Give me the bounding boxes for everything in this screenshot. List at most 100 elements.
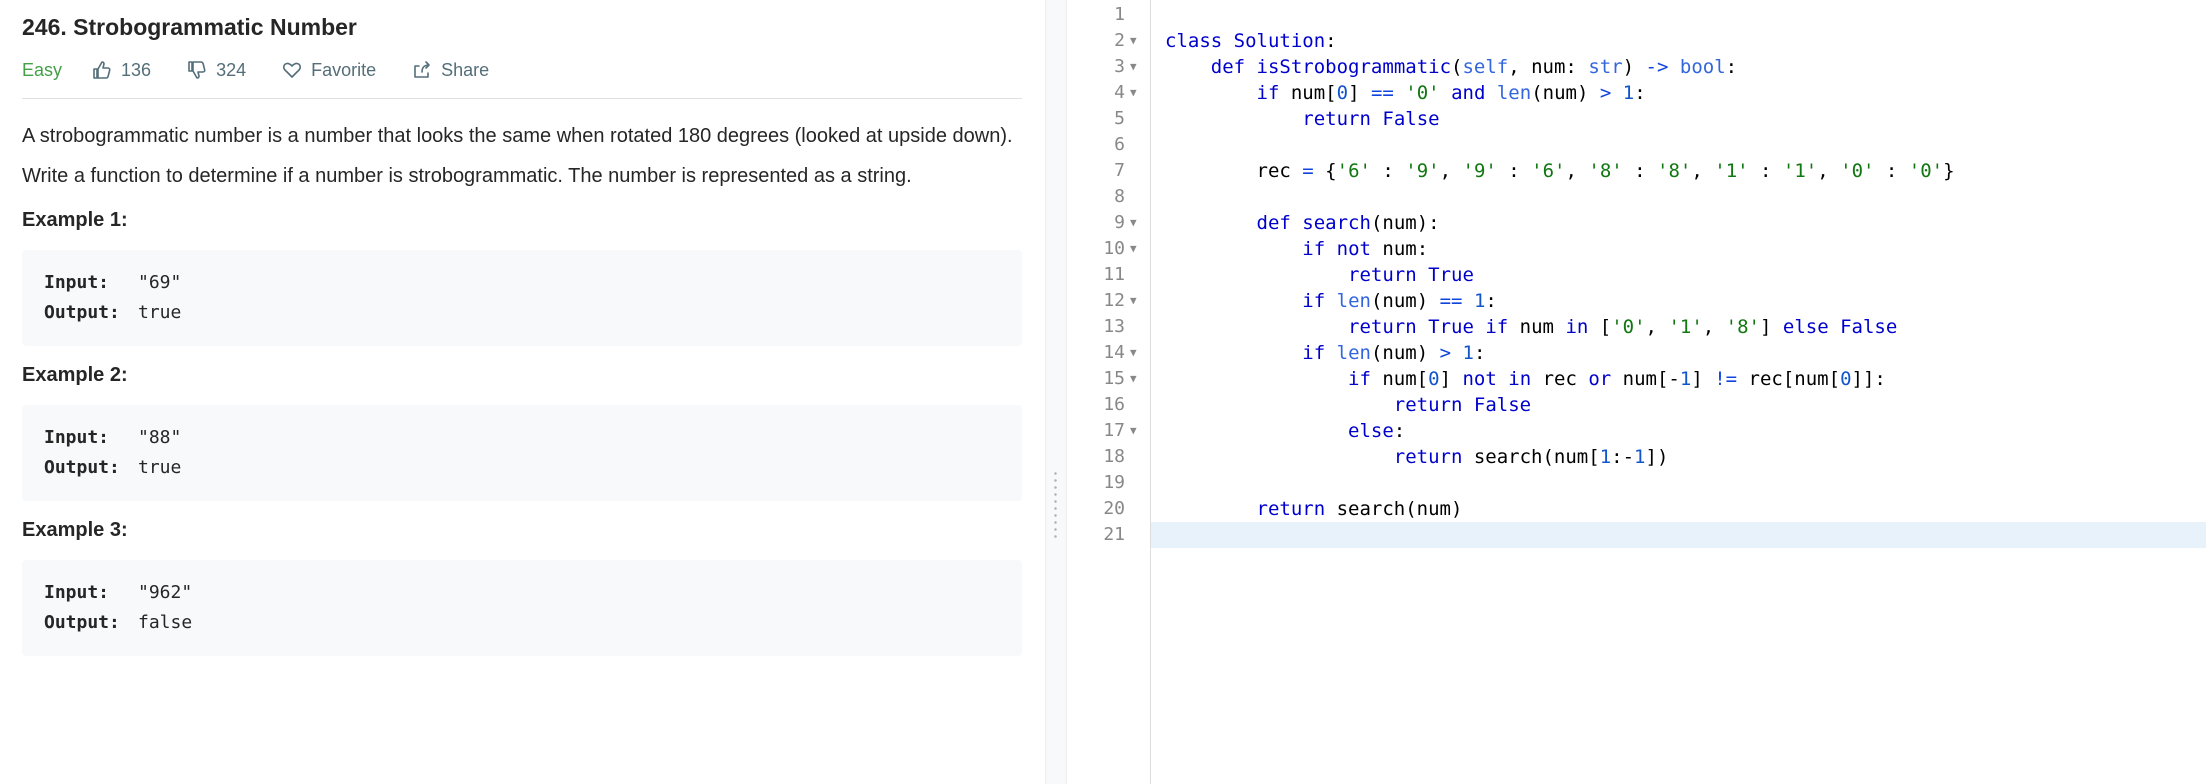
line-number: 21	[1103, 524, 1125, 545]
code-line[interactable]: 3 ▼ def isStrobogrammatic(self, num: str)…	[1067, 54, 2206, 80]
code-text: def isStrobogrammatic(self, num: str) ->…	[1210, 56, 1738, 78]
code-text: if len(num) == 1:	[1302, 290, 1497, 312]
code-line[interactable]: 7 rec = {'6' : '9', '9' : '6', '8' : '8'…	[1067, 158, 2206, 184]
problem-title: 246. Strobogrammatic Number	[22, 14, 357, 40]
line-number: 4	[1114, 82, 1125, 103]
code-text: return False	[1393, 394, 1532, 416]
share-button[interactable]: Share	[412, 60, 489, 81]
thumbs-down-icon	[188, 61, 206, 79]
fold-arrow-icon[interactable]: ▼	[1130, 54, 1137, 80]
fold-arrow-icon[interactable]: ▼	[1130, 80, 1137, 106]
fold-arrow-icon[interactable]: ▼	[1130, 236, 1137, 262]
code-line[interactable]: 19	[1067, 470, 2206, 496]
code-line[interactable]: 15 ▼ if num[0] not in rec or num[-1] != r…	[1067, 366, 2206, 392]
code-text: def search(num):	[1256, 212, 1440, 234]
code-text: if num[0] not in rec or num[-1] != rec[n…	[1348, 368, 1886, 390]
code-line[interactable]: 5 return False	[1067, 106, 2206, 132]
line-number: 1	[1114, 4, 1125, 25]
code-line[interactable]: 17 ▼ else:	[1067, 418, 2206, 444]
input-value: "88"	[138, 427, 182, 448]
code-line[interactable]: 13 return True if num in ['0', '1', '8']…	[1067, 314, 2206, 340]
fold-arrow-icon[interactable]: ▼	[1130, 366, 1137, 392]
input-value: "69"	[138, 272, 182, 293]
line-number: 16	[1103, 394, 1125, 415]
output-value: false	[138, 612, 193, 633]
code-line[interactable]: 10 ▼ if not num:	[1067, 236, 2206, 262]
code-line[interactable]: 1	[1067, 2, 2206, 28]
drag-grip-icon	[1054, 470, 1057, 540]
line-number: 14	[1103, 342, 1125, 363]
description-paragraph: A strobogrammatic number is a number tha…	[22, 125, 1013, 147]
fold-arrow-icon[interactable]: ▼	[1130, 210, 1137, 236]
line-number: 12	[1103, 290, 1125, 311]
code-editor[interactable]: 1 2 ▼ class Solution: 3 ▼ def isStrobogrammat…	[1067, 0, 2206, 784]
output-label: Output:	[44, 612, 120, 633]
example-title: Example 1:	[22, 209, 128, 231]
line-number: 7	[1114, 160, 1125, 181]
code-text: if num[0] == '0' and len(num) > 1:	[1256, 82, 1646, 104]
code-text: return False	[1302, 108, 1440, 130]
code-text: class Solution:	[1165, 30, 1337, 52]
line-number: 17	[1103, 420, 1125, 441]
example-box: Input: "88" Output: true	[22, 405, 1022, 501]
thumbs-up-icon	[93, 61, 111, 79]
input-label: Input:	[44, 582, 110, 603]
like-button[interactable]: 136	[92, 60, 151, 81]
line-number: 20	[1103, 498, 1125, 519]
input-value: "962"	[138, 582, 193, 603]
fold-arrow-icon[interactable]: ▼	[1130, 418, 1137, 444]
input-label: Input:	[44, 272, 110, 293]
favorite-button[interactable]: Favorite	[282, 60, 376, 81]
code-line[interactable]: 20 return search(num)	[1067, 496, 2206, 522]
heart-icon	[283, 62, 302, 78]
output-label: Output:	[44, 457, 120, 478]
output-value: true	[138, 457, 182, 478]
example-title: Example 3:	[22, 519, 128, 541]
code-text: return search(num[1:-1])	[1393, 446, 1669, 468]
fold-arrow-icon[interactable]: ▼	[1130, 28, 1137, 54]
code-line[interactable]: 16 return False	[1067, 392, 2206, 418]
line-number: 6	[1114, 134, 1125, 155]
input-label: Input:	[44, 427, 110, 448]
code-text: else:	[1348, 420, 1406, 442]
line-number: 8	[1114, 186, 1125, 207]
line-number: 2	[1114, 30, 1125, 51]
line-number: 19	[1103, 472, 1125, 493]
problem-meta-row: Easy 136 324 Favorite Share	[22, 50, 1023, 90]
code-line[interactable]: 6	[1067, 132, 2206, 158]
difficulty-badge: Easy	[22, 59, 63, 80]
problem-description-panel: 246. Strobogrammatic Number Easy 136 324…	[0, 0, 1045, 784]
output-value: true	[138, 302, 182, 323]
example-box: Input: "69" Output: true	[22, 250, 1022, 346]
panel-resize-handle[interactable]	[1045, 0, 1067, 784]
code-line[interactable]: 9 ▼ def search(num):	[1067, 210, 2206, 236]
code-line[interactable]: 4 ▼ if num[0] == '0' and len(num) > 1:	[1067, 80, 2206, 106]
line-number: 15	[1103, 368, 1125, 389]
code-line[interactable]: 14 ▼ if len(num) > 1:	[1067, 340, 2206, 366]
dislike-button[interactable]: 324	[187, 60, 246, 81]
share-icon	[414, 61, 430, 78]
code-line[interactable]: 8	[1067, 184, 2206, 210]
code-line[interactable]: 11 return True	[1067, 262, 2206, 288]
code-line[interactable]: 21	[1067, 522, 2206, 548]
code-text: if len(num) > 1:	[1302, 342, 1486, 364]
code-text: return search(num)	[1256, 498, 1463, 520]
share-label: Share	[441, 59, 490, 80]
output-label: Output:	[44, 302, 120, 323]
fold-arrow-icon[interactable]: ▼	[1130, 288, 1137, 314]
code-line[interactable]: 2 ▼ class Solution:	[1067, 28, 2206, 54]
line-number: 9	[1114, 212, 1125, 233]
code-line[interactable]: 12 ▼ if len(num) == 1:	[1067, 288, 2206, 314]
example-box: Input: "962" Output: false	[22, 560, 1022, 656]
description-paragraph: Write a function to determine if a numbe…	[22, 165, 912, 187]
line-number: 3	[1114, 56, 1125, 77]
code-line[interactable]: 18 return search(num[1:-1])	[1067, 444, 2206, 470]
fold-arrow-icon[interactable]: ▼	[1130, 340, 1137, 366]
favorite-label: Favorite	[311, 59, 377, 80]
example-title: Example 2:	[22, 364, 128, 386]
code-text: if not num:	[1302, 238, 1429, 260]
line-number: 5	[1114, 108, 1125, 129]
header-divider	[22, 98, 1022, 99]
line-number: 10	[1103, 238, 1125, 259]
like-count: 136	[121, 59, 152, 80]
